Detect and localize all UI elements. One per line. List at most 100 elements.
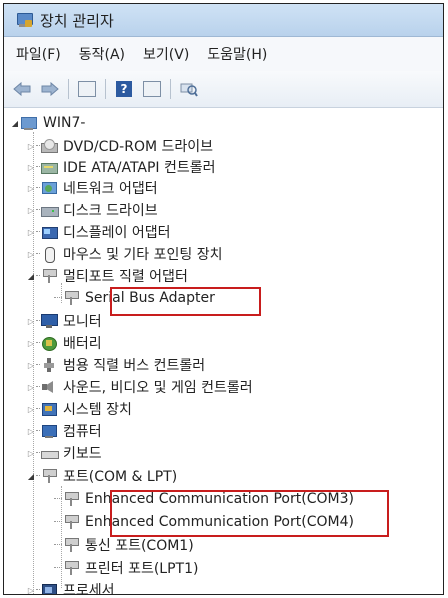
tree-item-label: 범용 직렬 버스 컨트롤러 — [63, 358, 206, 374]
collapsed-arrow-icon[interactable]: ▷ — [26, 427, 36, 436]
tree-root[interactable]: ◢ WIN7- — [10, 112, 85, 134]
menu-help[interactable]: 도움말(H) — [207, 44, 267, 64]
tree-connector — [54, 297, 62, 299]
keyboard-icon — [40, 445, 59, 461]
tree-category-item[interactable]: ▷ 디스플레이 어댑터 — [26, 221, 171, 243]
tree-category-item[interactable]: ▷ 디스크 드라이브 — [26, 199, 158, 221]
tree-item-label: DVD/CD-ROM 드라이브 — [63, 139, 214, 155]
tree-category-item[interactable]: ▷ 모니터 — [26, 310, 102, 332]
collapsed-arrow-icon[interactable]: ▷ — [26, 405, 36, 414]
menu-view[interactable]: 보기(V) — [143, 44, 189, 64]
computer-icon — [40, 423, 58, 439]
highlight-enhanced-ports — [110, 490, 389, 537]
collapsed-arrow-icon[interactable]: ▷ — [26, 163, 36, 172]
ports-icon — [40, 468, 58, 484]
tree-category-item[interactable]: ▷ 사운드, 비디오 및 게임 컨트롤러 — [26, 376, 253, 398]
collapsed-arrow-icon[interactable]: ▷ — [26, 206, 36, 215]
battery-icon — [40, 335, 58, 351]
menu-file[interactable]: 파일(F) — [16, 44, 61, 64]
dvd-drive-icon — [40, 138, 58, 154]
collapsed-arrow-icon[interactable]: ▷ — [26, 339, 36, 348]
scan-hardware-icon[interactable] — [179, 79, 199, 99]
expanded-arrow-icon[interactable]: ◢ — [26, 472, 36, 481]
toolbar-separator — [170, 79, 171, 99]
collapsed-arrow-icon[interactable]: ▷ — [26, 317, 36, 326]
tree-category-item[interactable]: ▷ 배터리 — [26, 332, 102, 354]
title-bar: 장치 관리자 — [4, 4, 443, 37]
highlight-serial-bus-adapter — [110, 287, 261, 316]
tree-category-item[interactable]: ▷ 키보드 — [26, 442, 102, 464]
collapsed-arrow-icon[interactable]: ▷ — [26, 361, 36, 370]
tree-item-label: 네트워크 어댑터 — [63, 181, 158, 197]
port-icon — [62, 560, 80, 576]
help-icon[interactable]: ? — [114, 79, 134, 99]
port-icon — [62, 537, 80, 553]
sound-icon — [40, 379, 58, 395]
tree-category-item[interactable]: ▷ 시스템 장치 — [26, 398, 132, 420]
tree-item-label: 마우스 및 기타 포인팅 장치 — [63, 247, 223, 263]
tree-connector — [54, 498, 62, 500]
tree-category-item[interactable]: ◢ 포트(COM & LPT) — [26, 465, 177, 487]
toolbar-separator — [68, 79, 69, 99]
toolbar: ? — [4, 71, 443, 108]
tree-item-label: 시스템 장치 — [63, 402, 132, 418]
tree-category-item[interactable]: ▷ DVD/CD-ROM 드라이브 — [26, 135, 213, 157]
tree-item-label: 사운드, 비디오 및 게임 컨트롤러 — [63, 380, 253, 396]
tree-device-item[interactable]: 프린터 포트(LPT1) — [54, 557, 198, 579]
tree-connector — [54, 567, 62, 569]
tree-device-item[interactable]: 통신 포트(COM1) — [54, 534, 194, 556]
tree-category-item[interactable]: ▷ 마우스 및 기타 포인팅 장치 — [26, 243, 222, 265]
tree-item-label: 디스크 드라이브 — [63, 203, 158, 219]
back-arrow-icon[interactable] — [12, 79, 32, 99]
menu-bar: 파일(F) 동작(A) 보기(V) 도움말(H) — [4, 37, 443, 71]
tree-item-label: 프로세서 — [63, 583, 115, 595]
tree-item-label: IDE ATA/ATAPI 컨트롤러 — [63, 160, 216, 176]
expanded-arrow-icon[interactable]: ◢ — [10, 119, 20, 128]
ide-controller-icon — [40, 159, 58, 175]
collapsed-arrow-icon[interactable]: ▷ — [26, 383, 36, 392]
usb-controller-icon — [40, 357, 58, 373]
tree-item-label: 키보드 — [63, 446, 102, 462]
tree-item-label: 컴퓨터 — [63, 424, 102, 440]
properties-icon[interactable] — [142, 79, 162, 99]
port-icon — [62, 491, 80, 507]
processor-icon — [40, 582, 58, 594]
tree-item-label: 디스플레이 어댑터 — [63, 225, 171, 241]
tree-category-item[interactable]: ▷ 프로세서 — [26, 579, 115, 595]
display-adapter-icon — [40, 224, 58, 240]
show-hide-console-tree-icon[interactable] — [77, 79, 97, 99]
tree-item-label: 배터리 — [63, 336, 102, 352]
collapsed-arrow-icon[interactable]: ▷ — [26, 184, 36, 193]
collapsed-arrow-icon[interactable]: ▷ — [26, 586, 36, 595]
tree-item-label: 모니터 — [63, 314, 102, 330]
device-manager-window: 장치 관리자 파일(F) 동작(A) 보기(V) 도움말(H) ? ◢ WIN7… — [3, 3, 444, 595]
network-adapter-icon — [40, 180, 58, 196]
computer-icon — [20, 115, 38, 131]
tree-category-item[interactable]: ▷ IDE ATA/ATAPI 컨트롤러 — [26, 156, 216, 178]
device-manager-icon — [16, 11, 34, 29]
window-title: 장치 관리자 — [40, 11, 114, 30]
tree-item-label: 통신 포트(COM1) — [85, 538, 194, 554]
collapsed-arrow-icon[interactable]: ▷ — [26, 449, 36, 458]
mouse-icon — [40, 246, 58, 263]
tree-item-label: 프린터 포트(LPT1) — [85, 561, 199, 577]
disk-drive-icon — [40, 202, 59, 218]
expanded-arrow-icon[interactable]: ◢ — [26, 272, 36, 281]
collapsed-arrow-icon[interactable]: ▷ — [26, 250, 36, 259]
menu-action[interactable]: 동작(A) — [79, 44, 125, 64]
collapsed-arrow-icon[interactable]: ▷ — [26, 142, 36, 151]
monitor-icon — [40, 313, 58, 329]
multiport-serial-icon — [40, 268, 58, 284]
forward-arrow-icon[interactable] — [40, 79, 60, 99]
tree-category-item[interactable]: ◢ 멀티포트 직렬 어댑터 — [26, 265, 188, 287]
tree-category-item[interactable]: ▷ 네트워크 어댑터 — [26, 177, 158, 199]
tree-connector — [54, 521, 62, 523]
system-devices-icon — [40, 401, 58, 417]
tree-connector — [54, 544, 62, 546]
tree-category-item[interactable]: ▷ 컴퓨터 — [26, 420, 102, 442]
tree-category-item[interactable]: ▷ 범용 직렬 버스 컨트롤러 — [26, 354, 205, 376]
collapsed-arrow-icon[interactable]: ▷ — [26, 228, 36, 237]
serial-port-icon — [62, 290, 80, 306]
tree-item-label: 멀티포트 직렬 어댑터 — [63, 269, 188, 285]
tree-item-label: 포트(COM & LPT) — [63, 469, 178, 485]
